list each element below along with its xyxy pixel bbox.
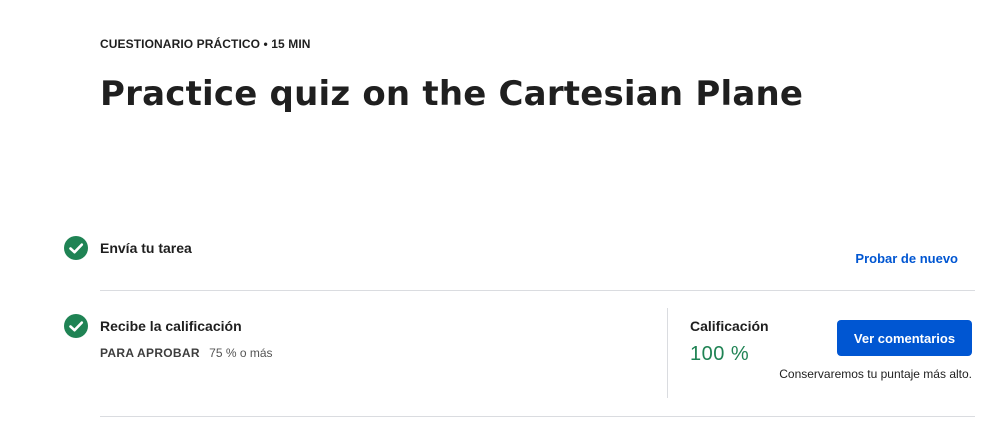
step-grade-label: Recibe la calificación xyxy=(100,318,242,334)
check-circle-icon xyxy=(64,314,88,338)
step-submit-label: Envía tu tarea xyxy=(100,240,192,256)
quiz-meta: CUESTIONARIO PRÁCTICO • 15 MIN xyxy=(100,37,311,51)
passing-label: PARA APROBAR xyxy=(100,346,200,360)
divider xyxy=(100,290,975,291)
passing-requirement: PARA APROBAR 75 % o más xyxy=(100,346,273,360)
retry-link[interactable]: Probar de nuevo xyxy=(855,251,958,266)
check-circle-icon xyxy=(64,236,88,260)
grade-value: 100 % xyxy=(690,343,750,365)
passing-value: 75 % o más xyxy=(209,346,273,360)
divider xyxy=(100,416,975,417)
vertical-divider xyxy=(667,308,668,398)
view-feedback-button[interactable]: Ver comentarios xyxy=(837,320,972,356)
page-title: Practice quiz on the Cartesian Plane xyxy=(100,74,804,114)
grade-label: Calificación xyxy=(690,318,769,334)
highest-score-note: Conservaremos tu puntaje más alto. xyxy=(779,367,972,381)
